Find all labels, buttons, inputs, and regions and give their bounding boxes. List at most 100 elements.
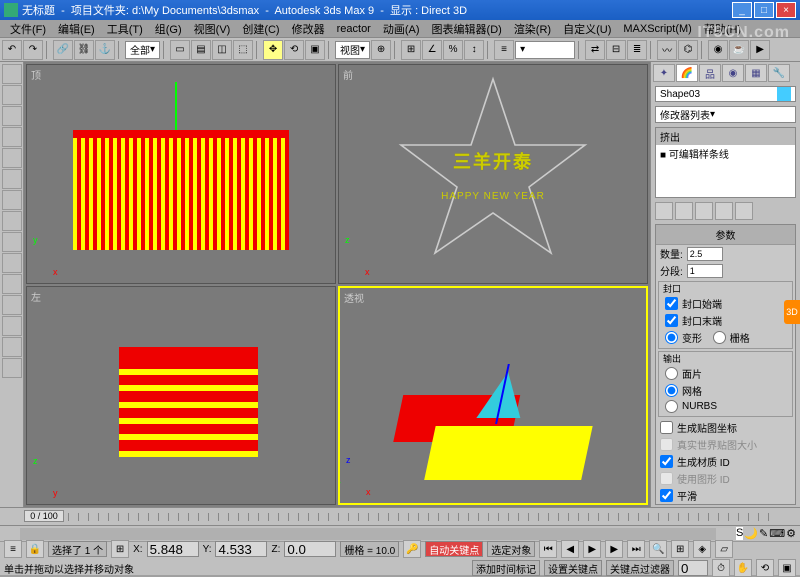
reactor-btn-15[interactable] <box>2 358 22 378</box>
tray-icon-3[interactable]: ⌨ <box>769 527 785 540</box>
menu-group[interactable]: 组(G) <box>149 21 188 37</box>
reactor-btn-13[interactable] <box>2 316 22 336</box>
out-patch-radio[interactable] <box>665 367 678 380</box>
close-button[interactable]: × <box>776 2 796 18</box>
zoom-all-button[interactable]: ⊞ <box>671 540 689 558</box>
out-nurbs-radio[interactable] <box>665 400 678 413</box>
tab-create[interactable]: ✦ <box>653 64 675 82</box>
reactor-btn-4[interactable] <box>2 127 22 147</box>
menu-file[interactable]: 文件(F) <box>4 21 52 37</box>
goto-end-button[interactable]: ⏭ <box>627 540 645 558</box>
viewport-front[interactable]: 前 三羊开泰 HAPPY NEW YEAR z x <box>338 64 648 284</box>
reactor-btn-8[interactable] <box>2 211 22 231</box>
keymode-combo[interactable]: 选定对象 <box>487 541 535 557</box>
spinner-snap-button[interactable]: ↕ <box>464 40 484 60</box>
reactor-btn-9[interactable] <box>2 232 22 252</box>
zoom-extents-button[interactable]: ◈ <box>693 540 711 558</box>
select-region-button[interactable]: ◫ <box>212 40 232 60</box>
menu-create[interactable]: 创建(C) <box>236 21 285 37</box>
keyfilter-button[interactable]: 关键点过滤器 <box>606 560 674 576</box>
remove-mod-button[interactable] <box>715 202 733 220</box>
menu-graph[interactable]: 图表编辑器(D) <box>426 21 508 37</box>
play-button[interactable]: ▶ <box>583 540 601 558</box>
menu-edit[interactable]: 编辑(E) <box>52 21 101 37</box>
autokey-button[interactable]: 自动关键点 <box>425 541 483 557</box>
out-mesh-radio[interactable] <box>665 384 678 397</box>
time-tag-field[interactable]: 添加时间标记 <box>472 560 540 576</box>
named-selset-combo[interactable]: ▾ <box>515 41 575 59</box>
bind-button[interactable]: ⚓ <box>95 40 115 60</box>
smooth-check[interactable] <box>660 489 673 502</box>
scale-button[interactable]: ▣ <box>305 40 325 60</box>
lock-button[interactable]: 🔒 <box>26 540 44 558</box>
reactor-btn-6[interactable] <box>2 169 22 189</box>
minimize-button[interactable]: _ <box>732 2 752 18</box>
menu-maxscript[interactable]: MAXScript(M) <box>617 23 697 35</box>
key-mode-button[interactable]: 🔑 <box>403 540 421 558</box>
menu-render[interactable]: 渲染(R) <box>508 21 557 37</box>
unlink-button[interactable]: ⛓ <box>74 40 94 60</box>
reactor-btn-7[interactable] <box>2 190 22 210</box>
gen-map-check[interactable] <box>660 421 673 434</box>
schematic-button[interactable]: ⌬ <box>678 40 698 60</box>
viewport-top[interactable]: 顶 y x <box>26 64 336 284</box>
mirror-button[interactable]: ⇄ <box>585 40 605 60</box>
pin-stack-button[interactable] <box>655 202 673 220</box>
unique-button[interactable] <box>695 202 713 220</box>
menu-tools[interactable]: 工具(T) <box>101 21 149 37</box>
window-crossing-button[interactable]: ⬚ <box>233 40 253 60</box>
reactor-btn-3[interactable] <box>2 106 22 126</box>
link-button[interactable]: 🔗 <box>53 40 73 60</box>
tab-motion[interactable]: ◉ <box>722 64 744 82</box>
select-button[interactable]: ▭ <box>170 40 190 60</box>
abs-rel-button[interactable]: ⊞ <box>111 540 129 558</box>
viewport-left[interactable]: 左 z y <box>26 286 336 506</box>
tab-hierarchy[interactable]: 品 <box>699 64 721 82</box>
menu-animation[interactable]: 动画(A) <box>377 21 426 37</box>
tray-icon-1[interactable]: 🌙 <box>744 527 758 540</box>
selection-set-combo[interactable]: 全部 ▾ <box>125 41 160 59</box>
fov-button[interactable]: ▱ <box>715 540 733 558</box>
setkey-button[interactable]: 设置关键点 <box>544 560 602 576</box>
modifier-stack[interactable]: 挤出 ■ 可编辑样条线 <box>655 127 796 198</box>
cap-end-check[interactable] <box>665 314 678 327</box>
current-frame-field[interactable] <box>678 560 708 576</box>
redo-button[interactable]: ↷ <box>23 40 43 60</box>
menu-customize[interactable]: 自定义(U) <box>557 21 617 37</box>
menu-modifiers[interactable]: 修改器 <box>286 21 331 37</box>
named-selset-button[interactable]: ≡ <box>494 40 514 60</box>
cap-start-check[interactable] <box>665 297 678 310</box>
render-scene-button[interactable]: ☕ <box>729 40 749 60</box>
reactor-btn-11[interactable] <box>2 274 22 294</box>
material-editor-button[interactable]: ◉ <box>708 40 728 60</box>
reactor-btn-12[interactable] <box>2 295 22 315</box>
amount-spinner[interactable] <box>687 247 723 261</box>
prev-frame-button[interactable]: ◀ <box>561 540 579 558</box>
arc-rotate-button[interactable]: ⟲ <box>756 559 774 577</box>
cap-morph-radio[interactable] <box>665 331 678 344</box>
time-slider-handle[interactable]: 0 / 100 <box>24 510 64 522</box>
maximize-button[interactable]: □ <box>754 2 774 18</box>
curve-editor-button[interactable]: 〰 <box>657 40 677 60</box>
max-toggle-button[interactable]: ▣ <box>778 559 796 577</box>
time-config-button[interactable]: ⏱ <box>712 559 730 577</box>
pivot-button[interactable]: ⊕ <box>371 40 391 60</box>
viewport-perspective[interactable]: 透视 z y x <box>338 286 648 506</box>
reactor-btn-1[interactable] <box>2 64 22 84</box>
tab-modify[interactable]: 🌈 <box>676 64 698 82</box>
rotate-button[interactable]: ⟲ <box>284 40 304 60</box>
stack-item-extrude[interactable]: 挤出 <box>656 128 795 145</box>
menu-reactor[interactable]: reactor <box>331 23 377 35</box>
segments-spinner[interactable] <box>687 264 723 278</box>
layer-button[interactable]: ≣ <box>627 40 647 60</box>
x-field[interactable] <box>147 541 199 557</box>
ime-icon[interactable]: S <box>736 527 743 540</box>
time-slider[interactable]: 0 / 100 <box>0 507 800 525</box>
track-bar[interactable]: S 🌙 ✎ ⌨ ⚙ <box>0 525 800 541</box>
reactor-btn-14[interactable] <box>2 337 22 357</box>
refcoord-combo[interactable]: 视图 ▾ <box>335 41 370 59</box>
y-field[interactable] <box>215 541 267 557</box>
undo-button[interactable]: ↶ <box>2 40 22 60</box>
params-header[interactable]: 参数 <box>656 225 795 245</box>
tray-icon-4[interactable]: ⚙ <box>786 527 796 540</box>
